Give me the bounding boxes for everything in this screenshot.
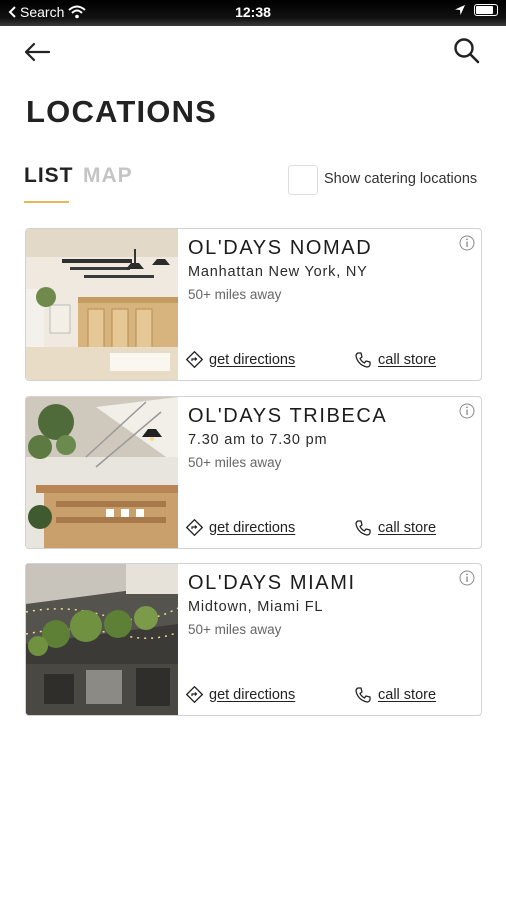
call-store-label: call store [378, 352, 437, 368]
catering-label[interactable]: Show catering locations [324, 171, 477, 187]
get-directions-label: get directions [209, 686, 296, 703]
location-distance: 50+ miles away [188, 287, 282, 302]
call-store-link[interactable]: call store [354, 519, 436, 537]
location-name: OL'DAYS NOMAD [188, 237, 373, 259]
get-directions-link[interactable]: get directions [186, 519, 295, 536]
get-directions-label: get directions [209, 519, 296, 536]
info-icon[interactable] [459, 235, 475, 251]
get-directions-label: get directions [209, 351, 296, 368]
info-icon[interactable] [459, 570, 475, 586]
search-button[interactable] [452, 36, 482, 66]
location-photo [26, 229, 178, 380]
directions-icon [186, 351, 203, 368]
location-name: OL'DAYS TRIBECA [188, 405, 388, 427]
tab-list[interactable]: LIST [24, 164, 74, 188]
status-time: 12:38 [235, 4, 271, 20]
location-subtitle: Manhattan New York, NY [188, 264, 368, 280]
call-store-label: call store [378, 687, 437, 703]
location-photo [26, 564, 178, 715]
location-card-miami[interactable]: OL'DAYS MIAMI Midtown, Miami FL 50+ mile… [25, 563, 482, 716]
location-distance: 50+ miles away [188, 622, 282, 637]
battery-icon [474, 4, 498, 16]
location-subtitle: 7.30 am to 7.30 pm [188, 432, 328, 448]
directions-icon [186, 519, 203, 536]
location-card-tribeca[interactable]: OL'DAYS TRIBECA 7.30 am to 7.30 pm 50+ m… [25, 396, 482, 549]
phone-icon [355, 352, 371, 368]
status-bar: Search 12:38 [0, 0, 506, 26]
search-icon [454, 38, 480, 64]
back-button[interactable] [22, 38, 52, 66]
phone-icon [355, 520, 371, 536]
location-card-nomad[interactable]: OL'DAYS NOMAD Manhattan New York, NY 50+… [25, 228, 482, 381]
info-icon[interactable] [459, 403, 475, 419]
location-photo [26, 397, 178, 548]
location-arrow-icon [455, 5, 465, 15]
location-name: OL'DAYS MIAMI [188, 572, 356, 594]
arrow-left-icon [24, 42, 51, 62]
catering-checkbox[interactable] [288, 165, 318, 195]
location-distance: 50+ miles away [188, 455, 282, 470]
get-directions-link[interactable]: get directions [186, 351, 295, 368]
location-subtitle: Midtown, Miami FL [188, 599, 324, 615]
active-tab-indicator [24, 201, 69, 203]
call-store-link[interactable]: call store [354, 686, 436, 704]
call-store-link[interactable]: call store [354, 351, 436, 369]
tab-map[interactable]: MAP [83, 164, 133, 188]
get-directions-link[interactable]: get directions [186, 686, 295, 703]
directions-icon [186, 686, 203, 703]
page-title: LOCATIONS [26, 94, 218, 129]
phone-icon [355, 687, 371, 703]
call-store-label: call store [378, 520, 437, 536]
